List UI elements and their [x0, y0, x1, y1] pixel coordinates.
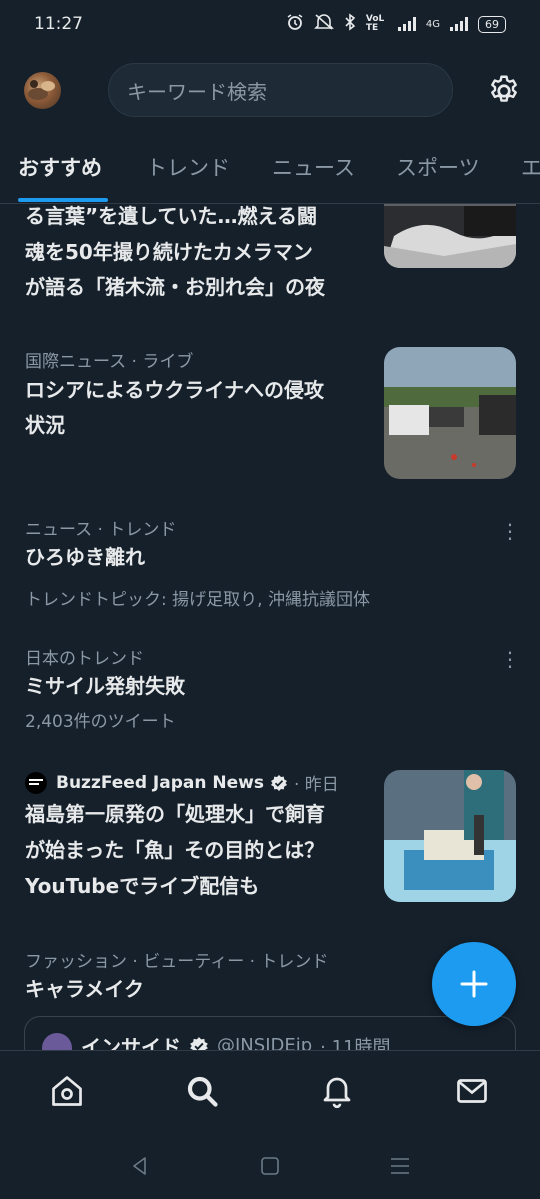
tab-recommended[interactable]: おすすめ [18, 152, 102, 182]
signal-icon [397, 17, 416, 31]
trend-title: キャラメイク [25, 977, 144, 1001]
menu-icon [391, 1158, 409, 1174]
gear-icon [491, 75, 517, 102]
nav-home[interactable] [49, 1073, 85, 1109]
search-input[interactable]: キーワード検索 [108, 63, 453, 117]
bottom-navigation [0, 1050, 540, 1134]
news-headline-line: YouTubeでライブ配信も [25, 874, 260, 898]
verified-badge-icon [190, 1036, 208, 1050]
alarm-icon [286, 13, 304, 35]
news-headline-line: ロシアによるウクライナへの侵攻 [25, 378, 324, 402]
settings-button[interactable] [486, 73, 522, 109]
quote-header: インサイド @INSIDEjp · 11時間 [81, 1031, 391, 1050]
more-options-icon[interactable]: ⋮ [500, 519, 520, 543]
news-thumbnail [384, 770, 516, 902]
square-icon [261, 1157, 279, 1175]
volte-icon: VoLTE [365, 14, 385, 33]
quote-handle: @INSIDEjp [217, 1035, 313, 1050]
plus-icon [460, 970, 488, 998]
home-system-button[interactable] [258, 1154, 282, 1178]
news-headline-line: 魂を50年撮り続けたカメラマン [25, 240, 313, 264]
more-options-icon[interactable]: ⋮ [500, 647, 520, 671]
search-placeholder: キーワード検索 [127, 79, 267, 104]
trend-title: ひろゆき離れ [25, 545, 145, 569]
system-navigation [0, 1134, 540, 1199]
quote-name: インサイド [81, 1035, 181, 1050]
mail-icon [457, 1079, 487, 1103]
status-icons: VoLTE 4G 69 [286, 13, 506, 35]
tweet-count: 2,403件のツイート [25, 712, 176, 732]
news-headline-line: 福島第一原発の「処理水」で飼育 [25, 802, 325, 826]
news-thumbnail [384, 204, 516, 268]
battery-icon: 69 [478, 15, 506, 33]
source-name: BuzzFeed Japan News [56, 772, 264, 793]
bell-icon [323, 1077, 351, 1109]
trend-category: ファッション · ビューティー · トレンド [25, 952, 329, 972]
news-headline-line: が始まった「魚」その目的とは？ [25, 838, 325, 862]
avatar[interactable] [24, 72, 61, 109]
recents-button[interactable] [388, 1154, 412, 1178]
quoted-tweet-card[interactable]: インサイド @INSIDEjp · 11時間 [24, 1016, 516, 1050]
signal-icon-2 [450, 17, 468, 31]
verified-badge-icon [270, 774, 287, 791]
explore-feed: る言葉”を遺していた…燃える闘 魂を50年撮り続けたカメラマン が語る「猪木流・… [0, 204, 540, 1050]
news-headline-line: 状況 [25, 413, 65, 437]
mute-icon [313, 13, 334, 35]
trend-topics: トレンドトピック: 揚げ足取り, 沖縄抗議団体 [25, 590, 370, 610]
news-category: 国際ニュース · ライブ [25, 352, 194, 372]
trend-category: 日本のトレンド [25, 649, 144, 669]
tab-trends[interactable]: トレンド [146, 152, 230, 182]
explore-tabs: おすすめ トレンド ニュース スポーツ エ [0, 140, 540, 204]
trend-title: ミサイル発射失敗 [25, 674, 185, 698]
bluetooth-icon [344, 13, 356, 35]
back-icon [133, 1157, 146, 1175]
nav-notifications[interactable] [319, 1073, 355, 1109]
news-thumbnail [384, 347, 516, 479]
tab-sports[interactable]: スポーツ [396, 152, 480, 182]
top-header: キーワード検索 [0, 60, 540, 120]
quote-avatar [42, 1033, 72, 1050]
network-label: 4G [425, 18, 440, 30]
tab-active-indicator [18, 198, 108, 202]
tab-entertainment[interactable]: エ [521, 152, 540, 182]
news-headline-line: が語る「猪木流・お別れ会」の夜 [25, 275, 325, 299]
news-headline-line: る言葉”を遺していた…燃える闘 [25, 204, 317, 228]
post-time: · 昨日 [293, 775, 339, 795]
source-avatar [25, 772, 47, 794]
compose-tweet-button[interactable] [432, 942, 516, 1026]
tab-news[interactable]: ニュース [272, 152, 355, 182]
status-time: 11:27 [34, 14, 83, 34]
quote-time: · 11時間 [320, 1036, 391, 1051]
nav-search[interactable] [184, 1073, 220, 1109]
home-icon [52, 1076, 82, 1106]
back-button[interactable] [128, 1154, 152, 1178]
nav-messages[interactable] [454, 1073, 490, 1109]
status-bar: 11:27 VoLTE 4G 69 [0, 0, 540, 48]
search-icon [187, 1076, 218, 1107]
source-line: BuzzFeed Japan News · 昨日 [56, 770, 339, 796]
trend-category: ニュース · トレンド [25, 520, 177, 540]
